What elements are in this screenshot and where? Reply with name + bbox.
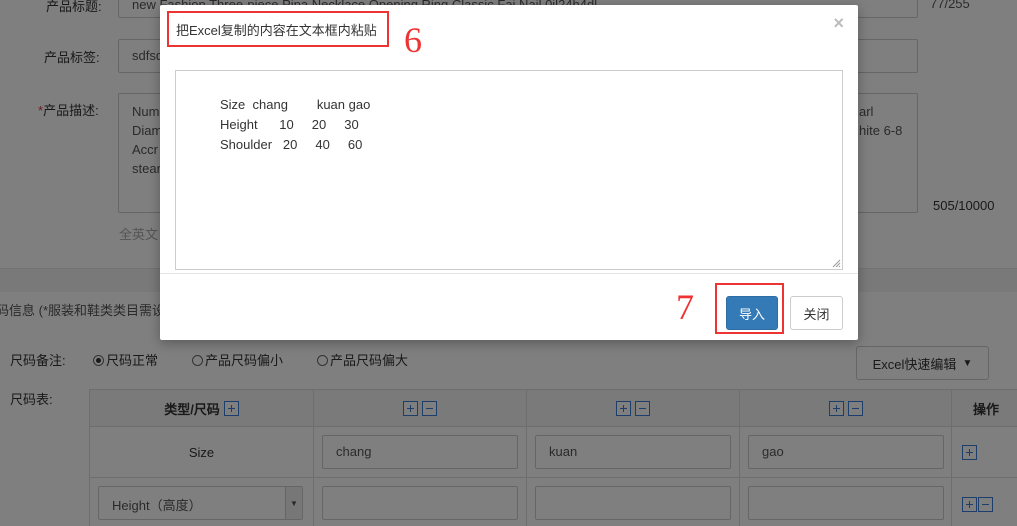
dialog-title: 把Excel复制的内容在文本框内粘贴	[176, 22, 377, 38]
close-icon[interactable]: ×	[833, 13, 844, 34]
dialog-footer-divider	[160, 273, 858, 274]
step-7-annotation: 7	[676, 287, 694, 327]
resize-handle-icon[interactable]	[832, 259, 841, 268]
step-6-annotation: 6	[404, 20, 422, 60]
import-button[interactable]: 导入	[726, 296, 778, 330]
close-button[interactable]: 关闭	[790, 296, 843, 330]
excel-paste-dialog: 把Excel复制的内容在文本框内粘贴 6 × Size chang kuan g…	[160, 5, 858, 340]
dialog-title-highlight: 把Excel复制的内容在文本框内粘贴	[167, 11, 389, 47]
paste-textarea[interactable]: Size chang kuan gao Height 10 20 30 Shou…	[175, 70, 843, 270]
